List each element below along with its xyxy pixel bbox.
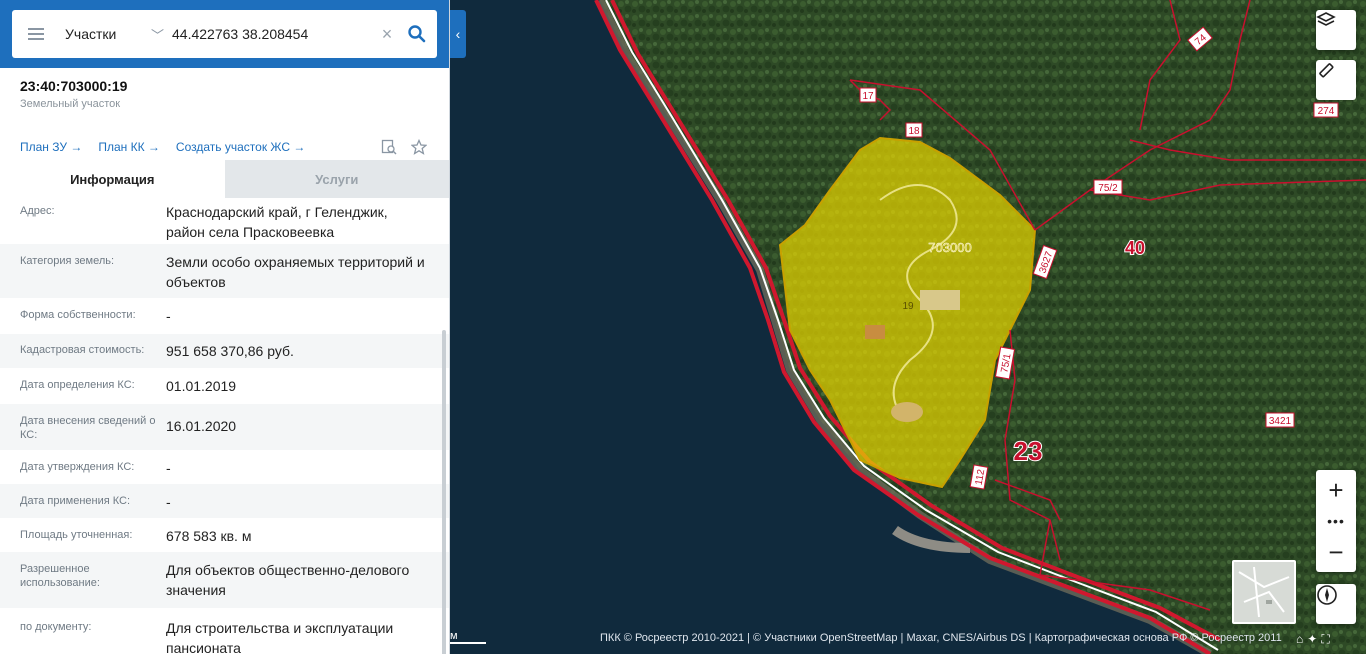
fullscreen-icon[interactable]: ⛶ [1321,632,1329,650]
row-entry-date: Дата внесения сведений о КС: 16.01.2020 [0,404,449,450]
search-bar: Участки ﹀ × [0,0,449,68]
row-label: Дата внесения сведений о КС: [20,415,156,441]
action-links: План ЗУ → План КК → Создать участок ЖС → [0,136,449,158]
row-category: Категория земель: Земли особо охраняемых… [0,244,449,298]
minimap[interactable] [1232,560,1296,624]
search-icon [408,25,426,43]
plan-kk-link[interactable]: План КК → [98,140,160,154]
row-label: по документу: [20,621,92,633]
row-area: Площадь уточненная: 678 583 кв. м [0,518,449,552]
parcel-type: Земельный участок [20,98,121,110]
star-icon[interactable] [409,137,429,157]
row-label: Кадастровая стоимость: [20,344,145,356]
search-type-label: Участки [65,26,117,42]
row-value: - [166,494,171,510]
clear-icon[interactable]: × [377,24,397,45]
row-label: Дата утверждения КС: [20,461,135,473]
scrollbar[interactable] [442,330,446,654]
label-18: 18 [908,126,920,137]
scale-bar: м [450,630,486,644]
row-value: - [166,460,171,476]
parcel-header: 23:40:703000:19 Земельный участок [0,68,449,110]
row-label: Адрес: [20,205,55,217]
cadastral-number: 23:40:703000:19 [20,78,128,94]
row-approval-date: Дата утверждения КС: - [0,450,449,484]
row-label: Дата определения КС: [20,379,135,391]
locate-icon[interactable]: ✦ [1307,632,1317,650]
search-type-select[interactable]: Участки ﹀ [60,25,170,44]
create-parcel-link[interactable]: Создать участок ЖС → [176,140,305,154]
row-value-date: Дата определения КС: 01.01.2019 [0,368,449,404]
row-permitted-use: Разрешенное использование: Для объектов … [0,552,449,608]
row-value: 951 658 370,86 руб. [166,343,294,359]
more-icon[interactable]: ••• [1316,510,1356,532]
row-value: - [166,308,171,324]
app-root: 17 18 74 274 75/2 3627 75/1 3421 112 40 … [0,0,1366,654]
chevron-down-icon: ﹀ [150,27,164,43]
row-cadastral-value: Кадастровая стоимость: 951 658 370,86 ру… [0,334,449,368]
minimap-image [1234,562,1294,622]
ruler-icon [1319,63,1334,78]
row-by-document: по документу: Для строительства и эксплу… [0,608,449,654]
compass-button[interactable] [1316,584,1356,624]
label-23: 23 [1014,436,1043,466]
home-icon[interactable]: ⌂ [1296,632,1303,650]
label-17: 17 [862,91,874,102]
ruler-button[interactable] [1316,60,1356,100]
satellite-map[interactable]: 17 18 74 274 75/2 3627 75/1 3421 112 40 … [450,0,1366,654]
zoom-out-button[interactable]: − [1316,532,1356,572]
collapse-panel-button[interactable]: ‹ [450,10,466,58]
layers-icon [1316,12,1336,26]
map-view[interactable]: 17 18 74 274 75/2 3627 75/1 3421 112 40 … [450,0,1366,654]
label-274: 274 [1318,106,1335,117]
zoom-in-button[interactable]: + [1316,470,1356,510]
search-input[interactable] [170,26,377,42]
scale-label: м [450,630,458,642]
label-3421: 3421 [1269,416,1292,427]
row-value: 678 583 кв. м [166,528,252,544]
row-value: Для объектов общественно-делового значен… [166,562,410,598]
row-application-date: Дата применения КС: - [0,484,449,518]
row-ownership: Форма собственности: - [0,298,449,334]
info-panel: Участки ﹀ × 23:40:703000:19 Земельный уч… [0,0,450,654]
tab-services[interactable]: Услуги [224,160,449,198]
search-box: Участки ﹀ × [12,10,437,58]
compass-icon [1317,585,1337,605]
label-19: 19 [902,301,914,312]
search-doc-icon[interactable] [379,137,399,157]
map-tools: ⌂ ✦ ⛶ [1296,632,1330,650]
row-label: Форма собственности: [20,309,136,321]
label-75-2: 75/2 [1098,183,1118,194]
map-attribution: ПКК © Росреестр 2010-2021 | © Участники … [600,632,1282,644]
label-40: 40 [1125,238,1145,258]
row-value: 01.01.2019 [166,378,237,394]
zoom-controls: + ••• − [1316,470,1356,572]
chevron-left-icon: ‹ [455,26,461,42]
menu-icon[interactable] [12,10,60,58]
row-value: 16.01.2020 [166,418,237,434]
row-label: Площадь уточненная: [20,529,133,541]
tab-info[interactable]: Информация [0,160,225,198]
search-button[interactable] [397,10,437,58]
info-table: Адрес: Краснодарский край, г Геленджик, … [0,198,449,654]
row-value: Для строительства и эксплуатации пансион… [166,620,394,654]
tabs: Информация Услуги [0,160,449,198]
row-label: Дата применения КС: [20,495,131,507]
label-703000: 703000 [928,240,971,255]
row-label: Разрешенное использование: [20,563,100,589]
plan-zu-link[interactable]: План ЗУ → [20,140,82,154]
layers-button[interactable] [1316,10,1356,50]
row-address: Адрес: Краснодарский край, г Геленджик, … [0,198,449,244]
row-label: Категория земель: [20,255,115,267]
row-value: Краснодарский край, г Геленджик, район с… [166,204,388,240]
row-value: Земли особо охраняемых территорий и объе… [166,254,425,290]
